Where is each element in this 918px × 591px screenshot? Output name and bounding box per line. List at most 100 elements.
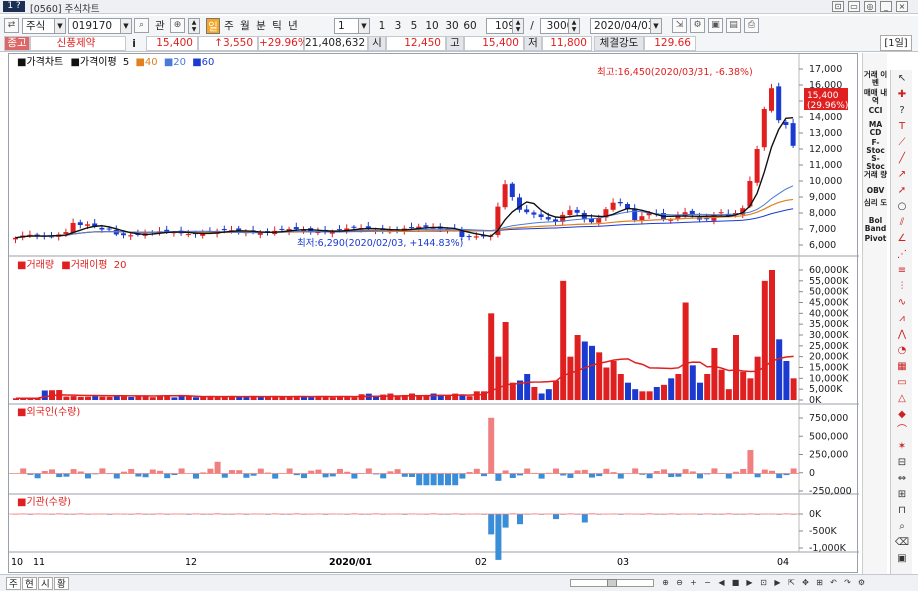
indicator-macd[interactable]: MA CD — [863, 121, 888, 137]
chevron-down-icon[interactable]: ▼ — [358, 18, 370, 34]
fibonacci-icon[interactable]: ≡ — [894, 264, 910, 278]
link-icon[interactable]: ⊕ — [170, 18, 185, 33]
stop-icon[interactable]: ■ — [730, 577, 741, 589]
save-icon[interactable]: ▣ — [708, 18, 723, 33]
trend-line-icon[interactable]: ⟋ — [894, 136, 910, 150]
zoom-out-icon[interactable]: ⊖ — [674, 577, 685, 589]
zigzag-icon[interactable]: ⋀ — [894, 328, 910, 342]
indicator-bollinger[interactable]: Bol Band — [863, 217, 888, 233]
period-week-button[interactable]: 주 — [222, 18, 236, 34]
menu-arrow-icon[interactable]: ⇄ — [4, 18, 19, 33]
period-year-button[interactable]: 년 — [286, 18, 300, 34]
watchlist-button[interactable]: 관 — [152, 18, 168, 34]
indicator-fstoc[interactable]: F-Stoc — [863, 139, 888, 155]
lock-icon[interactable]: ▣ — [894, 552, 910, 566]
play-icon[interactable]: ▶ — [744, 577, 755, 589]
magnet-icon[interactable]: ⊓ — [894, 504, 910, 518]
print-icon[interactable]: ⎙ — [744, 18, 759, 33]
camera-icon[interactable]: ◎ — [864, 1, 876, 12]
indicator-psychology[interactable]: 심리 도 — [863, 199, 888, 207]
cursor-icon[interactable]: ↖ — [894, 72, 910, 86]
period-tick-button[interactable]: 틱 — [270, 18, 284, 34]
gann-tool-icon[interactable]: ⫶ — [894, 280, 910, 294]
interval-5-button[interactable]: 5 — [408, 18, 420, 34]
range-tool-icon[interactable]: ⇔ — [894, 472, 910, 486]
expand-icon[interactable]: ⇱ — [786, 577, 797, 589]
minimize-icon[interactable]: _ — [880, 1, 892, 12]
ray-tool-icon[interactable]: ↗ — [894, 168, 910, 182]
line-tool-icon[interactable]: ╱ — [894, 152, 910, 166]
scroll-thumb[interactable] — [607, 579, 617, 587]
spin-arrows-icon[interactable]: ▲ ▼ — [512, 18, 524, 34]
crosshair-icon[interactable]: ✚ — [894, 88, 910, 102]
bottom-tab-week[interactable]: 주 — [6, 577, 21, 590]
bottom-tab-market[interactable]: 시 — [38, 577, 53, 590]
indicator-obv[interactable]: OBV — [863, 187, 888, 195]
remove-icon[interactable]: − — [702, 577, 713, 589]
info-button[interactable]: i — [128, 36, 140, 52]
marker-tool-icon[interactable]: ◆ — [894, 408, 910, 422]
layout-icon[interactable]: ▤ — [726, 18, 741, 33]
interval-30-button[interactable]: 30 — [444, 18, 460, 34]
pin-icon[interactable]: ⊡ — [832, 1, 844, 12]
indicator-sstoc[interactable]: S-Stoc — [863, 155, 888, 171]
triangle-tool-icon[interactable]: △ — [894, 392, 910, 406]
undo-icon[interactable]: ↶ — [828, 577, 839, 589]
settings-icon[interactable]: ⚙ — [690, 18, 705, 33]
bottom-tab-current[interactable]: 현 — [22, 577, 37, 590]
period-month-button[interactable]: 월 — [238, 18, 252, 34]
period-badge[interactable]: [1일] — [880, 35, 912, 51]
interval-3-button[interactable]: 3 — [392, 18, 404, 34]
text-tool-icon[interactable]: T — [894, 120, 910, 134]
chevron-down-icon[interactable]: ▼ — [650, 18, 662, 34]
interval-10-button[interactable]: 10 — [424, 18, 440, 34]
indicator-cci[interactable]: CCI — [863, 107, 888, 115]
help-icon[interactable]: ? — [894, 104, 910, 118]
bottom-tab-status[interactable]: 황 — [54, 577, 69, 590]
eraser-icon[interactable]: ⌫ — [894, 536, 910, 550]
zoom-icon[interactable]: ⌕ — [894, 520, 910, 534]
channel-tool-icon[interactable]: ⫽ — [894, 216, 910, 230]
zoom-in-icon[interactable]: ⊕ — [660, 577, 671, 589]
interval-1-button[interactable]: 1 — [376, 18, 388, 34]
zoom-box-icon[interactable]: ⊞ — [814, 577, 825, 589]
settings-icon[interactable]: ⚙ — [856, 577, 867, 589]
measure-tool-icon[interactable]: ⊞ — [894, 488, 910, 502]
chart-area[interactable]: ■가격차트 ■가격이평 5 ■40 ■20 ■60 17,00016,00015… — [8, 53, 859, 574]
fan-tool-icon[interactable]: ⋰ — [894, 248, 910, 262]
pattern-tool-icon[interactable]: ⩘ — [894, 312, 910, 326]
add-icon[interactable]: + — [688, 577, 699, 589]
close-icon[interactable]: × — [896, 1, 908, 12]
indicator-trade-event[interactable]: 거래 이벤 — [863, 71, 888, 87]
indicator-pivot[interactable]: Pivot — [863, 235, 888, 243]
chevron-down-icon[interactable]: ▼ — [54, 18, 66, 34]
circle-tool-icon[interactable]: ○ — [894, 200, 910, 214]
pan-icon[interactable]: ✥ — [800, 577, 811, 589]
period-day-button[interactable]: 일 — [206, 18, 220, 34]
price-tag-icon[interactable]: ⊟ — [894, 456, 910, 470]
stock-chart-svg[interactable]: ■가격차트 ■가격이평 5 ■40 ■20 ■60 17,00016,00015… — [9, 54, 859, 574]
interval-60-button[interactable]: 60 — [462, 18, 478, 34]
grid-tool-icon[interactable]: ▦ — [894, 360, 910, 374]
right-end-icon[interactable]: ▶ — [772, 577, 783, 589]
rectangle-tool-icon[interactable]: ▭ — [894, 376, 910, 390]
star-tool-icon[interactable]: ✶ — [894, 440, 910, 454]
arrow-tool-icon[interactable]: ➚ — [894, 184, 910, 198]
spin-arrows-icon[interactable]: ▲ ▼ — [188, 18, 200, 34]
angle-tool-icon[interactable]: ∠ — [894, 232, 910, 246]
wave-tool-icon[interactable]: ∿ — [894, 296, 910, 310]
indicator-trade-history[interactable]: 매매 내역 — [863, 89, 888, 105]
period-minute-button[interactable]: 분 — [254, 18, 268, 34]
copy-icon[interactable]: ▭ — [848, 1, 860, 12]
spin-arrows-icon[interactable]: ▲ ▼ — [568, 18, 580, 34]
redo-icon[interactable]: ↷ — [842, 577, 853, 589]
arc-tool-icon[interactable]: ⌒ — [894, 424, 910, 438]
search-icon[interactable]: ⌕ — [134, 18, 149, 33]
cycle-tool-icon[interactable]: ◔ — [894, 344, 910, 358]
chevron-down-icon[interactable]: ▼ — [120, 18, 132, 34]
scroll-track[interactable] — [570, 579, 654, 587]
export-icon[interactable]: ⇲ — [672, 18, 687, 33]
first-icon[interactable]: ◀ — [716, 577, 727, 589]
fit-icon[interactable]: ⊡ — [758, 577, 769, 589]
indicator-volume[interactable]: 거래 량 — [863, 171, 888, 179]
